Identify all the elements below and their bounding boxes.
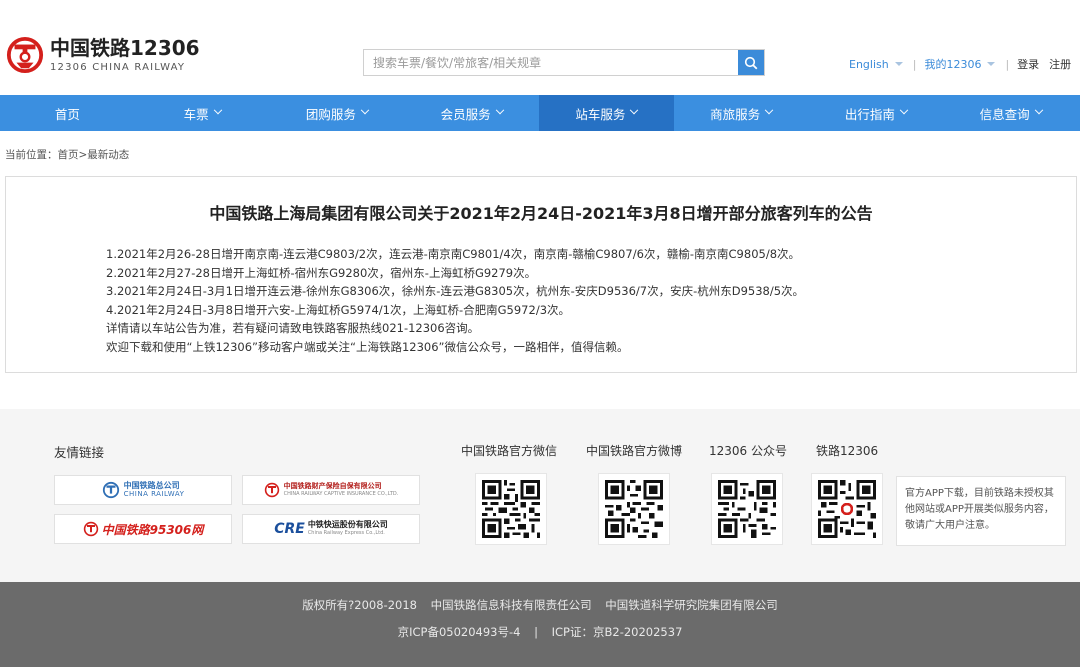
search-input[interactable] (364, 50, 738, 75)
qr-code-wechat (475, 473, 547, 545)
partner-name: 中铁快运股份有限公司 (307, 520, 388, 529)
qr-code-icon (718, 480, 776, 538)
icp-license[interactable]: ICP证：京B2-20202537 (552, 625, 683, 639)
nav-item-label: 信息查询 (979, 106, 1030, 122)
announcement-line: 2.2021年2月27-28日增开上海虹桥-宿州东G9280次，宿州东-上海虹桥… (106, 265, 537, 280)
friendly-links-title: 友情链接 (54, 445, 105, 460)
announcement-body: 1.2021年2月26-28日增开南京南-连云港C9803/2次，连云港-南京南… (106, 245, 804, 356)
site-logo[interactable]: 中国铁路12306 12306 CHINA RAILWAY (6, 36, 200, 74)
qr-code-icon (605, 480, 663, 538)
partner-name: 中国铁路财产保险自保有限公司 (283, 482, 382, 490)
announcement-line: 欢迎下载和使用“上铁12306”移动客户端或关注“上海铁路12306”微信公众号… (106, 339, 629, 354)
railway-logo-icon (6, 36, 44, 74)
chevron-down-icon (360, 105, 370, 115)
logo-subtitle: 12306 CHINA RAILWAY (50, 62, 186, 73)
search-box (363, 49, 765, 76)
qr-label-12306-account: 12306 公众号 (709, 444, 787, 458)
partner-subname: CHINA RAILWAY (123, 490, 185, 498)
qr-label-wechat: 中国铁路官方微信 (461, 444, 558, 458)
announcement-line: 详情请以车站公告为准，若有疑问请致电铁路客服热线021-12306咨询。 (106, 321, 480, 335)
chevron-down-icon (987, 62, 996, 66)
nav-item-travel-guide[interactable]: 出行指南 (809, 95, 944, 131)
logo-title: 中国铁路12306 (50, 36, 200, 60)
nav-item-label: 车票 (183, 106, 209, 122)
nav-item-group-service[interactable]: 团购服务 (270, 95, 405, 131)
copyright-org: 中国铁路信息科技有限责任公司 (430, 598, 592, 612)
partner-subname: CHINA RAILWAY CAPTIVE INSURANCE CO.,LTD. (283, 491, 399, 497)
copyright-org: 中国铁道科学研究院集团有限公司 (605, 598, 778, 612)
language-switch[interactable]: English (849, 58, 889, 71)
qr-code-icon (818, 480, 876, 538)
nav-item-label: 商旅服务 (710, 106, 761, 122)
railway-logo-icon (264, 482, 279, 498)
chevron-down-icon (899, 105, 909, 115)
nav-item-info-query[interactable]: 信息查询 (943, 95, 1078, 131)
top-links: English | 我的12306 | 登录 注册 (849, 56, 1071, 72)
announcement-line: 1.2021年2月26-28日增开南京南-连云港C9803/2次，连云港-南京南… (106, 247, 801, 261)
page-title: 中国铁路上海局集团有限公司关于2021年2月24日-2021年3月8日增开部分旅… (209, 204, 873, 223)
nav-item-home[interactable]: 首页 (0, 95, 135, 131)
main-nav: 首页 车票 团购服务 会员服务 站车服务 商旅服务 出行指南 信息查询 (0, 95, 1080, 131)
partner-link-china-railway[interactable]: 中国铁路总公司 CHINA RAILWAY (54, 475, 232, 505)
nav-item-station-service[interactable]: 站车服务 (539, 95, 674, 131)
site-header: 中国铁路12306 12306 CHINA RAILWAY English | … (0, 0, 1080, 95)
nav-item-tickets[interactable]: 车票 (135, 95, 270, 131)
login-link[interactable]: 登录 (1017, 56, 1039, 72)
nav-item-label: 出行指南 (844, 106, 895, 122)
qr-label-railway12306: 铁路12306 (816, 444, 879, 458)
qr-code-icon (482, 480, 540, 538)
copyright-text: 版权所有?2008-2018 (302, 598, 417, 612)
announcement-panel: 中国铁路上海局集团有限公司关于2021年2月24日-2021年3月8日增开部分旅… (5, 176, 1077, 373)
partner-link-cre-express[interactable]: CRE 中铁快运股份有限公司 China Railway Express Co.… (242, 514, 420, 544)
partner-name: 中国铁路总公司 (123, 481, 180, 490)
railway-logo-icon (83, 521, 98, 537)
divider: | (912, 57, 917, 71)
partner-name: 中国铁路95306网 (101, 522, 204, 537)
search-icon (744, 56, 758, 69)
qr-label-weibo: 中国铁路官方微博 (586, 444, 683, 458)
register-link[interactable]: 注册 (1049, 56, 1071, 72)
nav-item-label: 首页 (54, 106, 80, 122)
chevron-down-icon (630, 105, 639, 115)
partner-subname: China Railway Express Co.,Ltd. (307, 530, 385, 536)
icp-record[interactable]: 京ICP备05020493号-4 (398, 625, 521, 639)
chevron-down-icon (213, 105, 222, 115)
chevron-down-icon (764, 105, 774, 115)
chevron-down-icon (495, 105, 504, 115)
cre-logo-icon: CRE (274, 521, 305, 537)
nav-item-label: 会员服务 (440, 106, 491, 122)
divider: | (1005, 57, 1010, 71)
my12306-menu[interactable]: 我的12306 (924, 56, 981, 72)
partner-link-captive-insurance[interactable]: 中国铁路财产保险自保有限公司 CHINA RAILWAY CAPTIVE INS… (242, 475, 420, 505)
nav-item-label: 站车服务 (575, 106, 626, 122)
announcement-line: 3.2021年2月24日-3月1日增开连云港-徐州东G8306次，徐州东-连云港… (106, 284, 805, 298)
announcement-line: 4.2021年2月24日-3月8日增开六安-上海虹桥G5974/1次，上海虹桥-… (106, 302, 571, 317)
divider: | (534, 625, 538, 639)
nav-item-business-travel[interactable]: 商旅服务 (674, 95, 809, 131)
chevron-down-icon (1034, 105, 1043, 115)
breadcrumb: 当前位置：首页>最新动态 (5, 149, 130, 161)
partner-link-95306[interactable]: 中国铁路95306网 (54, 514, 232, 544)
qr-code-12306-account (711, 473, 783, 545)
qr-code-weibo (598, 473, 670, 545)
qr-code-railway12306 (811, 473, 883, 545)
chevron-down-icon (894, 62, 903, 66)
nav-item-member-service[interactable]: 会员服务 (404, 95, 539, 131)
search-button[interactable] (738, 50, 764, 75)
app-download-notice: 官方APP下载，目前铁路未授权其他网站或APP开展类似服务内容，敬请广大用户注意… (896, 476, 1066, 546)
railway-logo-icon (102, 481, 119, 499)
copyright-bar: 版权所有?2008-2018 中国铁路信息科技有限责任公司 中国铁道科学研究院集… (0, 582, 1080, 667)
nav-item-label: 团购服务 (305, 106, 356, 122)
